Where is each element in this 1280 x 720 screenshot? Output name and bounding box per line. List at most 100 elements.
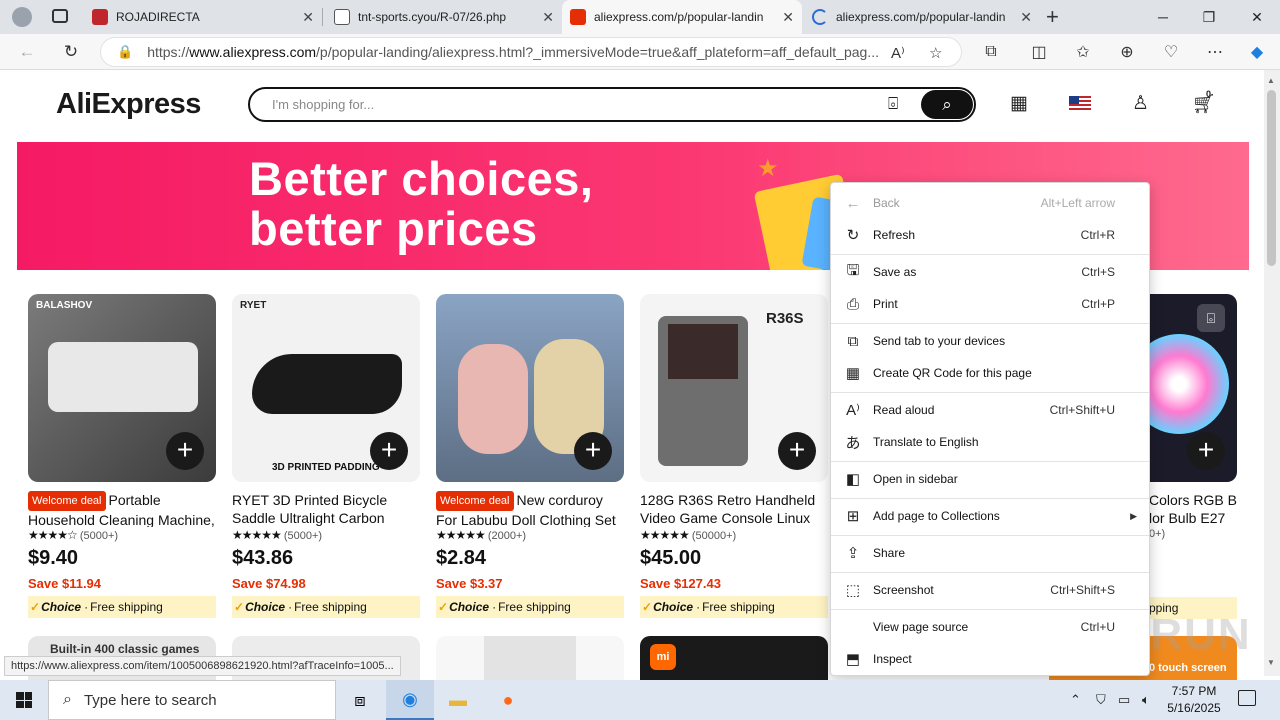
product-title[interactable]: Welcome deal Portable Household Cleaning … xyxy=(28,491,216,527)
menu-item-send-tab[interactable]: ⧉ Send tab to your devices xyxy=(831,327,1149,355)
product-price: $2.84 xyxy=(436,547,487,569)
choice-badge: ✓ Choice · Free shipping xyxy=(640,596,828,618)
account-icon[interactable]: ♙ xyxy=(1132,92,1149,115)
show-hidden-icons[interactable]: ⌃ xyxy=(1070,692,1081,708)
scrollbar-thumb[interactable] xyxy=(1267,90,1276,266)
product-savings: Save $11.94 xyxy=(28,576,102,591)
site-search-bar[interactable]: I'm shopping for... ⌻ ⌕ xyxy=(248,87,976,122)
visual-search-icon[interactable]: ⌻ xyxy=(1197,304,1225,332)
add-to-cart-button[interactable]: + xyxy=(370,432,408,470)
close-tab-icon[interactable]: ✕ xyxy=(1020,9,1032,26)
product-image[interactable]: + xyxy=(436,294,624,482)
settings-more-icon[interactable]: ⋯ xyxy=(1200,37,1230,67)
add-to-cart-button[interactable]: + xyxy=(1187,432,1225,470)
address-bar[interactable]: 🔒 https://www.aliexpress.com/p/popular-l… xyxy=(100,37,962,67)
split-screen-icon[interactable]: ◫ xyxy=(1024,37,1054,67)
page-scrollbar[interactable]: ▲ ▼ xyxy=(1264,70,1280,676)
menu-item-back[interactable]: ← Back Alt+Left arrow xyxy=(831,189,1149,217)
restore-button[interactable]: ❐ xyxy=(1186,0,1232,34)
minimize-button[interactable]: ─ xyxy=(1140,0,1186,34)
new-tab-button[interactable]: + xyxy=(1046,4,1059,30)
tab-aliexpress-loading[interactable]: aliexpress.com/p/popular-landin ✕ xyxy=(804,0,1040,34)
menu-item-print[interactable]: ⎙ Print Ctrl+P xyxy=(831,290,1149,318)
product-card[interactable] xyxy=(436,636,624,680)
lock-icon[interactable]: 🔒 xyxy=(117,44,133,60)
taskbar-search[interactable]: ⌕ Type here to search xyxy=(48,680,336,720)
product-price: $43.86 xyxy=(232,547,294,569)
volume-icon[interactable]: 🔈︎ xyxy=(1142,692,1150,708)
product-savings: Save $3.37 xyxy=(436,576,503,591)
product-title[interactable]: RYET 3D Printed Bicycle Saddle Ultraligh… xyxy=(232,491,420,527)
product-price: $45.00 xyxy=(640,547,702,569)
product-card[interactable]: BALASHOV + Welcome deal Portable Househol… xyxy=(28,294,216,618)
browser-essentials-icon[interactable]: ♡ xyxy=(1156,37,1186,67)
product-card[interactable]: RYET 3D PRINTED PADDING + RYET 3D Printe… xyxy=(232,294,420,618)
product-card[interactable]: mi xyxy=(640,636,828,680)
close-tab-icon[interactable]: ✕ xyxy=(782,9,794,26)
product-title[interactable]: 128G R36S Retro Handheld Video Game Cons… xyxy=(640,491,828,527)
aliexpress-logo[interactable]: AliExpress xyxy=(56,88,201,121)
tab-actions-icon[interactable] xyxy=(52,9,68,23)
us-flag-icon[interactable] xyxy=(1069,96,1091,111)
network-icon[interactable]: ▭ xyxy=(1118,692,1130,708)
tab-tnt-sports[interactable]: tnt-sports.cyou/R-07/26.php ✕ xyxy=(326,0,562,34)
favorites-icon[interactable]: ✩ xyxy=(1068,37,1098,67)
scroll-down-icon[interactable]: ▼ xyxy=(1267,658,1275,667)
search-button[interactable]: ⌕ xyxy=(921,90,973,119)
menu-item-open-sidebar[interactable]: ◧ Open in sidebar xyxy=(831,465,1149,493)
add-to-cart-button[interactable]: + xyxy=(574,432,612,470)
image-search-icon[interactable]: ⌻ xyxy=(888,94,898,114)
read-aloud-icon[interactable]: A⁾ xyxy=(891,44,905,62)
task-view-button[interactable]: ⧈ xyxy=(336,680,384,720)
tab-title: ROJADIRECTA xyxy=(116,10,200,24)
product-title[interactable]: Welcome deal New corduroy For Labubu Doll… xyxy=(436,491,624,527)
system-clock[interactable]: 7:57 PM 5/16/2025 xyxy=(1158,683,1230,717)
add-to-cart-button[interactable]: + xyxy=(778,432,816,470)
profile-icon[interactable] xyxy=(12,7,32,27)
file-explorer-button[interactable]: ▬ xyxy=(434,680,482,720)
tab-aliexpress-active[interactable]: aliexpress.com/p/popular-landin ✕ xyxy=(562,0,802,34)
close-window-button[interactable]: ✕ xyxy=(1234,0,1280,34)
product-image[interactable]: RYET 3D PRINTED PADDING + xyxy=(232,294,420,482)
notifications-icon[interactable] xyxy=(1238,690,1256,706)
qr-code-icon[interactable]: ▦ xyxy=(1010,92,1028,115)
browser-tab-strip: ROJADIRECTA ✕ tnt-sports.cyou/R-07/26.ph… xyxy=(0,0,1280,34)
security-icon[interactable]: ⛉ xyxy=(1096,692,1106,708)
link-status-bar: https://www.aliexpress.com/item/10050068… xyxy=(4,656,401,676)
edge-taskbar-button[interactable]: ◉ xyxy=(386,680,434,720)
star-decoration-icon: ★ xyxy=(757,155,779,182)
firefox-taskbar-button[interactable]: ● xyxy=(484,680,532,720)
menu-item-inspect[interactable]: ⬒ Inspect xyxy=(831,645,1149,673)
menu-item-refresh[interactable]: ↻ Refresh Ctrl+R xyxy=(831,221,1149,249)
refresh-button[interactable]: ↻ xyxy=(56,37,86,67)
scroll-up-icon[interactable]: ▲ xyxy=(1267,76,1275,85)
menu-item-translate[interactable]: あ Translate to English xyxy=(831,428,1149,456)
menu-item-save-as[interactable]: 🖫 Save as Ctrl+S xyxy=(831,258,1149,286)
product-card[interactable]: + Welcome deal New corduroy For Labubu Do… xyxy=(436,294,624,618)
menu-item-add-to-collections[interactable]: ⊞ Add page to Collections ▶ xyxy=(831,502,1149,530)
page-favicon-icon xyxy=(334,9,350,25)
tab-rojadirecta[interactable]: ROJADIRECTA ✕ xyxy=(84,0,322,34)
product-image[interactable]: R36S + xyxy=(640,294,828,482)
product-image[interactable]: BALASHOV + xyxy=(28,294,216,482)
search-input[interactable]: I'm shopping for... xyxy=(272,97,374,112)
menu-item-qr-code[interactable]: ▦ Create QR Code for this page xyxy=(831,359,1149,387)
copilot-icon[interactable]: ◆ xyxy=(1242,37,1272,67)
back-button[interactable]: ← xyxy=(12,37,42,67)
product-rating: ★★★★★ (50000+) xyxy=(640,528,737,542)
product-card[interactable]: R36S + 128G R36S Retro Handheld Video Ga… xyxy=(640,294,828,618)
menu-item-share[interactable]: ⇪ Share xyxy=(831,539,1149,567)
collections-icon: ⊞ xyxy=(846,508,860,525)
cart-count: 0 xyxy=(1206,89,1212,99)
start-button[interactable] xyxy=(0,680,48,720)
menu-item-view-source[interactable]: View page source Ctrl+U xyxy=(831,613,1149,641)
cart-icon[interactable]: 🛒︎ xyxy=(1192,92,1216,116)
close-tab-icon[interactable]: ✕ xyxy=(542,9,554,26)
collections-icon[interactable]: ⊕ xyxy=(1112,37,1142,67)
favorite-star-icon[interactable]: ☆ xyxy=(929,44,942,62)
extensions-icon[interactable]: ⧉ xyxy=(976,37,1006,67)
add-to-cart-button[interactable]: + xyxy=(166,432,204,470)
menu-item-screenshot[interactable]: ⬚ Screenshot Ctrl+Shift+S xyxy=(831,576,1149,604)
menu-item-read-aloud[interactable]: A⁾ Read aloud Ctrl+Shift+U xyxy=(831,396,1149,424)
close-tab-icon[interactable]: ✕ xyxy=(302,9,314,26)
